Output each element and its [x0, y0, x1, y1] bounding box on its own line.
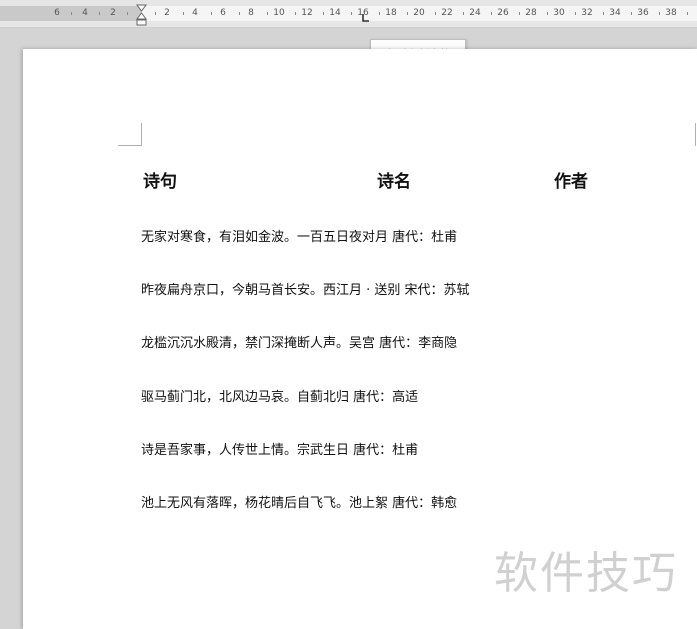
- ruler-minor-tick: [603, 12, 604, 15]
- ruler-minor-tick: [435, 12, 436, 15]
- poem-line[interactable]: 诗是吾家事，人传世上情。宗武生日 唐代：杜甫: [141, 442, 418, 460]
- ruler-tick-label: 32: [581, 8, 593, 18]
- ruler-minor-tick: [99, 12, 100, 15]
- ruler-tick-label: 2: [164, 8, 170, 18]
- poem-line[interactable]: 无家对寒食，有泪如金波。一百五日夜对月 唐代：杜甫: [141, 229, 457, 247]
- ruler-tick-label: 18: [385, 8, 397, 18]
- ruler-tick-label: 12: [301, 8, 313, 18]
- margin-corner-mark-right: [695, 123, 696, 146]
- poem-line[interactable]: 龙槛沉沉水殿清，禁门深掩断人声。吴宫 唐代：李商隐: [141, 335, 457, 353]
- ruler-minor-tick: [547, 12, 548, 15]
- poem-line[interactable]: 昨夜扁舟京口，今朝马首长安。西江月 · 送别 宋代：苏轼: [141, 282, 470, 300]
- margin-corner-mark: [141, 123, 142, 146]
- margin-corner-mark: [118, 145, 142, 146]
- ruler-minor-tick: [351, 12, 352, 15]
- ruler-tick-label: 6: [220, 8, 226, 18]
- ruler-tick-label: 8: [248, 8, 254, 18]
- ruler-tick-label: 24: [469, 8, 481, 18]
- ruler-minor-tick: [183, 12, 184, 15]
- ruler-minor-tick: [127, 12, 128, 15]
- ruler-tick-label: 26: [497, 8, 509, 18]
- ruler-minor-tick: [155, 12, 156, 15]
- ruler-minor-tick: [687, 12, 688, 15]
- ruler-tick-label: 2: [110, 8, 116, 18]
- ruler-minor-tick: [463, 12, 464, 15]
- ruler-minor-tick: [267, 12, 268, 15]
- header-author[interactable]: 作者: [554, 172, 588, 192]
- ruler-tick-label: 38: [665, 8, 677, 18]
- ruler-minor-tick: [407, 12, 408, 15]
- ruler-tick-label: 28: [525, 8, 537, 18]
- indent-marker-icon[interactable]: [136, 4, 147, 26]
- ruler-minor-tick: [211, 12, 212, 15]
- ruler-tick-label: 30: [553, 8, 565, 18]
- ruler-tick-label: 4: [192, 8, 198, 18]
- ruler-tick-label: 6: [54, 8, 60, 18]
- ruler-tick-label: 22: [441, 8, 453, 18]
- ruler-tick-label: 10: [273, 8, 285, 18]
- ruler-tick-label: 14: [329, 8, 341, 18]
- watermark: 软件技巧: [494, 548, 678, 599]
- ruler-tick-label: 20: [413, 8, 425, 18]
- ruler-minor-tick: [491, 12, 492, 15]
- header-poem-line[interactable]: 诗句: [143, 172, 177, 192]
- ruler-minor-tick: [239, 12, 240, 15]
- ruler-tick-label: 34: [609, 8, 621, 18]
- header-poem-title[interactable]: 诗名: [377, 172, 411, 192]
- poem-line[interactable]: 池上无风有落晖，杨花晴后自飞飞。池上絮 唐代：韩愈: [141, 495, 457, 513]
- ruler-minor-tick: [519, 12, 520, 15]
- ruler-tick-label: 36: [637, 8, 649, 18]
- ruler-minor-tick: [379, 12, 380, 15]
- ruler-tick-label: 4: [82, 8, 88, 18]
- left-tab-stop-icon[interactable]: [362, 14, 370, 22]
- ruler-minor-tick: [323, 12, 324, 15]
- ruler-minor-tick: [71, 12, 72, 15]
- ruler-minor-tick: [659, 12, 660, 15]
- ruler-minor-tick: [295, 12, 296, 15]
- ruler-minor-tick: [575, 12, 576, 15]
- horizontal-ruler[interactable]: 6 4 2 2 4 6 8 10 12 14 16 18 20 22 24 26 28 30 32 34 36 38: [0, 0, 697, 28]
- poem-line[interactable]: 驱马蓟门北，北风边马哀。自蓟北归 唐代：高适: [141, 389, 418, 407]
- ruler-minor-tick: [631, 12, 632, 15]
